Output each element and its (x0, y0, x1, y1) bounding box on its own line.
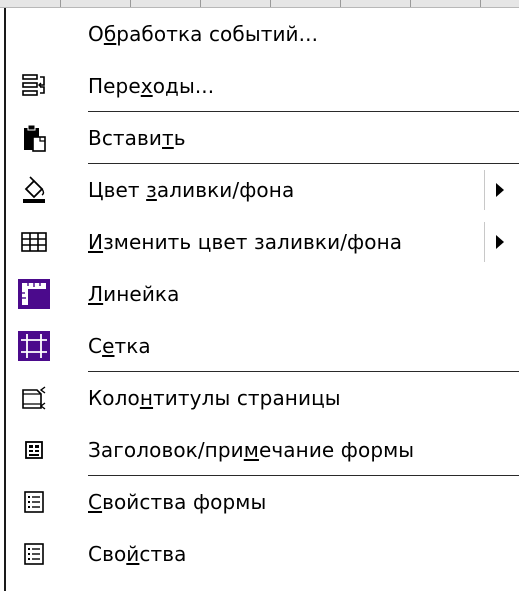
menu-item-label: Изменить цвет заливки/фона (88, 230, 403, 254)
properties-icon (18, 539, 50, 569)
submenu-divider (484, 222, 485, 262)
menu-item-event-handling[interactable]: Обработка событий... (6, 8, 519, 60)
transitions-icon (18, 71, 50, 101)
form-header-footer-icon (18, 435, 50, 465)
menu-item-label: Сетка (88, 334, 151, 358)
menu-item-grid[interactable]: Сетка (6, 320, 519, 372)
menu-item-label: Цвет заливки/фона (88, 178, 295, 202)
form-properties-icon (18, 487, 50, 517)
paste-icon (18, 123, 50, 153)
strip-tick (60, 0, 61, 7)
strip-tick (130, 0, 131, 7)
menu-item-paste[interactable]: Вставить (6, 112, 519, 164)
menu-item-label: Свойства формы (88, 490, 267, 514)
menu-item-page-header-footer[interactable]: Колонтитулы страницы (6, 372, 519, 424)
menu-item-label: Переходы... (88, 74, 215, 98)
menu-item-label: Вставить (88, 126, 186, 150)
strip-tick (410, 0, 411, 7)
menu-item-ruler[interactable]: Линейка (6, 268, 519, 320)
menu-item-label: Линейка (88, 282, 180, 306)
strip-tick (200, 0, 201, 7)
window-top-strip (0, 0, 519, 8)
ruler-icon (18, 279, 50, 309)
menu-item-form-header-footer[interactable]: Заголовок/примечание формы (6, 424, 519, 476)
page-header-footer-icon (18, 383, 50, 413)
strip-tick (340, 0, 341, 7)
strip-tick (270, 0, 271, 7)
menu-item-alternate-fill-color[interactable]: Изменить цвет заливки/фона (6, 216, 519, 268)
menu-item-label: Обработка событий... (88, 22, 319, 46)
menu-item-transitions[interactable]: Переходы... (6, 60, 519, 112)
menu-item-label: Колонтитулы страницы (88, 386, 341, 410)
submenu-arrow-icon (496, 183, 504, 197)
menu-item-form-properties[interactable]: Свойства формы (6, 476, 519, 528)
menu-item-label: Заголовок/примечание формы (88, 438, 415, 462)
submenu-arrow-icon (496, 235, 504, 249)
menu-item-label: Свойства (88, 542, 187, 566)
alternate-fill-icon (18, 227, 50, 257)
strip-tick (480, 0, 481, 7)
menu-item-fill-color[interactable]: Цвет заливки/фона (6, 164, 519, 216)
fill-color-icon (18, 175, 50, 205)
submenu-divider (484, 170, 485, 210)
menu-item-properties[interactable]: Свойства (6, 528, 519, 580)
context-menu: Обработка событий... Переходы... Вставит… (4, 8, 519, 591)
grid-icon (18, 331, 50, 361)
